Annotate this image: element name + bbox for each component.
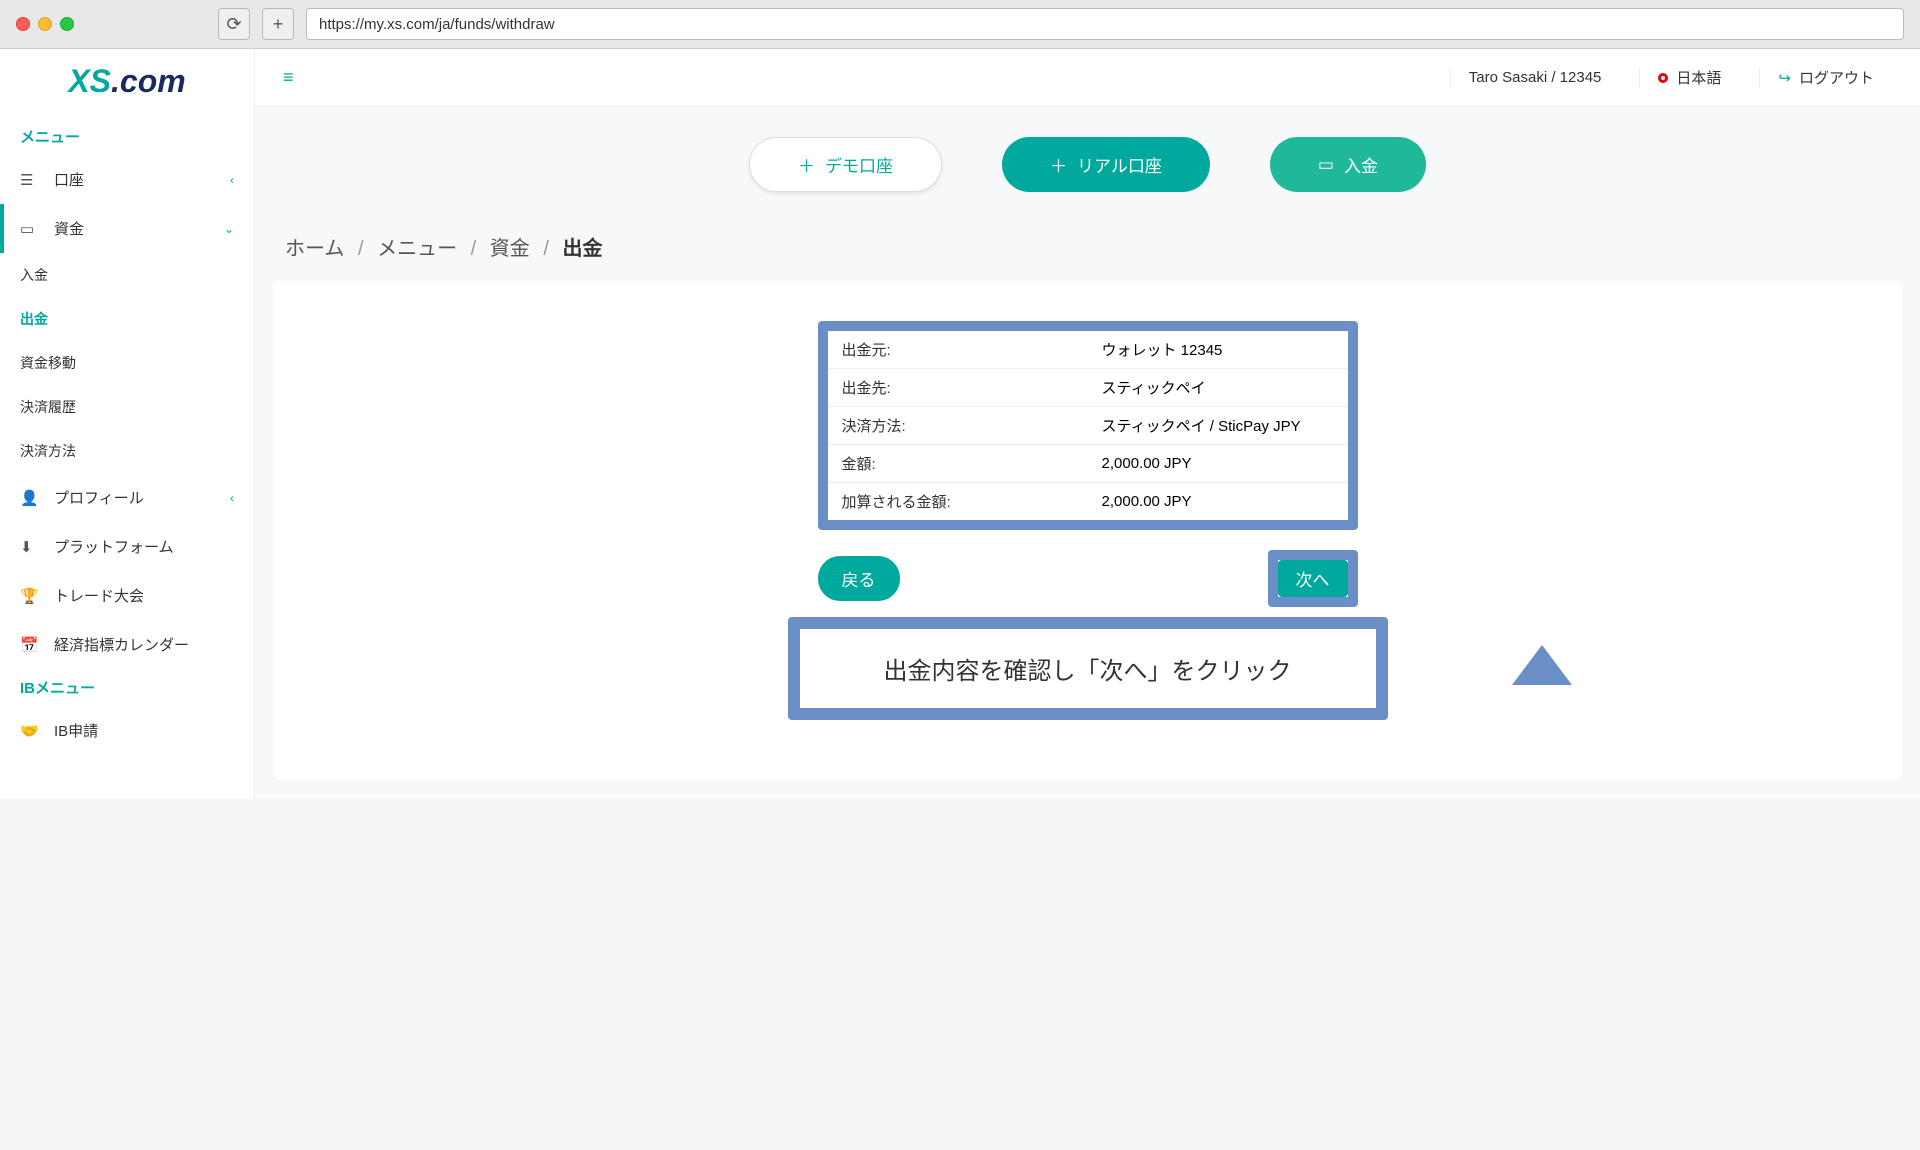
sidebar-item-history[interactable]: 決済履歴	[0, 385, 254, 429]
calendar-icon: 📅	[20, 636, 40, 654]
sidebar-item-withdraw[interactable]: 出金	[0, 297, 254, 341]
method-label: 決済方法:	[828, 407, 1088, 445]
plus-icon: ＋	[798, 152, 815, 177]
language-switcher[interactable]: 日本語	[1639, 67, 1739, 88]
list-icon: ☰	[20, 171, 40, 189]
table-row: 決済方法: スティックペイ / SticPay JPY	[828, 407, 1348, 445]
new-tab-button[interactable]: +	[262, 8, 294, 40]
hamburger-icon[interactable]: ≡	[283, 67, 294, 88]
topbar: ≡ Taro Sasaki / 12345 日本語 ↪ ログアウト	[255, 49, 1920, 107]
logout-button[interactable]: ↪ ログアウト	[1759, 67, 1892, 88]
close-icon[interactable]	[16, 17, 30, 31]
real-account-button[interactable]: ＋ リアル口座	[1002, 137, 1210, 192]
amount-label: 金額:	[828, 445, 1088, 483]
user-icon: 👤	[20, 489, 40, 507]
chevron-down-icon: ⌄	[224, 222, 234, 236]
browser-chrome: ⟳ + https://my.xs.com/ja/funds/withdraw	[0, 0, 1920, 49]
japan-flag-icon	[1658, 73, 1668, 83]
logout-icon: ↪	[1778, 69, 1791, 87]
breadcrumb-menu[interactable]: メニュー	[377, 238, 457, 260]
sidebar-item-methods[interactable]: 決済方法	[0, 429, 254, 473]
credited-label: 加算される金額:	[828, 483, 1088, 521]
sidebar-label: プラットフォーム	[54, 536, 174, 557]
refresh-button[interactable]: ⟳	[218, 8, 250, 40]
sidebar-item-contest[interactable]: 🏆 トレード大会	[0, 571, 254, 620]
sidebar-item-transfer[interactable]: 資金移動	[0, 341, 254, 385]
breadcrumb-current: 出金	[562, 238, 602, 260]
handshake-icon: 🤝	[20, 722, 40, 740]
minimize-icon[interactable]	[38, 17, 52, 31]
sidebar-item-funds[interactable]: ▭ 資金 ⌄	[0, 204, 254, 253]
demo-account-button[interactable]: ＋ デモ口座	[749, 137, 942, 192]
sidebar-item-platform[interactable]: ⬇ プラットフォーム	[0, 522, 254, 571]
sidebar-label: 経済指標カレンダー	[54, 634, 189, 655]
card-icon: ▭	[1318, 155, 1334, 175]
url-bar[interactable]: https://my.xs.com/ja/funds/withdraw	[306, 8, 1904, 40]
next-highlight: 次へ	[1268, 550, 1358, 607]
sidebar-label: IB申請	[54, 720, 98, 741]
sidebar-item-deposit[interactable]: 入金	[0, 253, 254, 297]
download-icon: ⬇	[20, 538, 40, 556]
menu-header: メニュー	[0, 118, 254, 155]
sidebar-item-profile[interactable]: 👤 プロフィール ‹	[0, 473, 254, 522]
sidebar-item-account[interactable]: ☰ 口座 ‹	[0, 155, 254, 204]
breadcrumb-home[interactable]: ホーム	[285, 238, 344, 260]
breadcrumb: ホーム / メニュー / 資金 / 出金	[255, 222, 1920, 281]
traffic-lights	[16, 17, 74, 31]
amount-value: 2,000.00 JPY	[1088, 445, 1348, 483]
back-button[interactable]: 戻る	[818, 556, 900, 601]
sidebar-label: トレード大会	[54, 585, 144, 606]
sidebar-item-calendar[interactable]: 📅 経済指標カレンダー	[0, 620, 254, 669]
instruction-callout: 出金内容を確認し「次へ」をクリック	[788, 617, 1388, 720]
to-value: スティックペイ	[1088, 369, 1348, 407]
sidebar-label: プロフィール	[54, 487, 144, 508]
ib-menu-header: IBメニュー	[0, 669, 254, 706]
breadcrumb-funds[interactable]: 資金	[490, 238, 530, 260]
table-row: 金額: 2,000.00 JPY	[828, 445, 1348, 483]
from-label: 出金元:	[828, 331, 1088, 369]
user-info[interactable]: Taro Sasaki / 12345	[1450, 69, 1620, 86]
plus-icon: ＋	[1050, 152, 1067, 177]
method-value: スティックペイ / SticPay JPY	[1088, 407, 1348, 445]
sidebar-label: 口座	[54, 169, 84, 190]
next-button[interactable]: 次へ	[1278, 560, 1348, 597]
deposit-button[interactable]: ▭ 入金	[1270, 137, 1426, 192]
callout-arrow-icon	[1512, 645, 1572, 685]
wallet-icon: ▭	[20, 220, 40, 238]
content-card: 出金元: ウォレット 12345 出金先: スティックペイ 決済方法: スティッ…	[273, 281, 1902, 780]
sidebar-item-ib-apply[interactable]: 🤝 IB申請	[0, 706, 254, 755]
sidebar-label: 資金	[54, 218, 84, 239]
credited-value: 2,000.00 JPY	[1088, 483, 1348, 521]
withdraw-details-table: 出金元: ウォレット 12345 出金先: スティックペイ 決済方法: スティッ…	[828, 331, 1348, 520]
logo: XS.com	[0, 63, 254, 100]
table-row: 出金元: ウォレット 12345	[828, 331, 1348, 369]
sidebar: XS.com メニュー ☰ 口座 ‹ ▭ 資金 ⌄ 入金 出金 資金移動 決済履…	[0, 49, 255, 799]
to-label: 出金先:	[828, 369, 1088, 407]
button-row: 戻る 次へ	[818, 550, 1358, 607]
table-row: 出金先: スティックペイ	[828, 369, 1348, 407]
details-highlight: 出金元: ウォレット 12345 出金先: スティックペイ 決済方法: スティッ…	[818, 321, 1358, 530]
maximize-icon[interactable]	[60, 17, 74, 31]
from-value: ウォレット 12345	[1088, 331, 1348, 369]
action-row: ＋ デモ口座 ＋ リアル口座 ▭ 入金	[255, 107, 1920, 222]
chevron-left-icon: ‹	[230, 491, 234, 505]
chevron-left-icon: ‹	[230, 173, 234, 187]
trophy-icon: 🏆	[20, 587, 40, 605]
table-row: 加算される金額: 2,000.00 JPY	[828, 483, 1348, 521]
